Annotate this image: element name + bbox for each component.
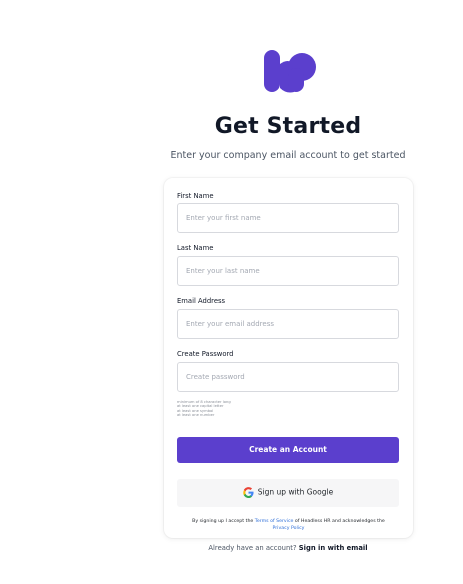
signin-prompt-text: Already have an account? <box>208 544 299 552</box>
password-label: Create Password <box>177 350 234 358</box>
google-button-label: Sign up with Google <box>257 487 334 497</box>
last-name-label: Last Name <box>177 244 214 252</box>
password-hint: at least one number <box>177 412 215 417</box>
create-account-button[interactable]: Create an Account <box>177 437 399 463</box>
terms-middle: of Headless HR and acknowledges the <box>293 519 385 524</box>
password-placeholder: Create password <box>186 373 245 381</box>
email-field[interactable]: Enter your email address <box>177 309 399 339</box>
password-hint: at least one capital letter <box>177 404 224 409</box>
first-name-label: First Name <box>177 192 214 200</box>
password-field[interactable]: Create password <box>177 362 399 392</box>
google-signup-button[interactable]: Sign up with Google <box>177 479 399 507</box>
terms-prefix: By signing up I accept the <box>192 519 255 524</box>
last-name-placeholder: Enter your last name <box>186 267 260 275</box>
terms-of-service-link[interactable]: Terms of Service <box>255 519 294 524</box>
first-name-placeholder: Enter your first name <box>186 214 261 222</box>
email-label: Email Address <box>177 297 226 305</box>
first-name-field[interactable]: Enter your first name <box>177 203 399 233</box>
google-icon <box>243 487 254 498</box>
signin-link[interactable]: Sign in with email <box>299 544 368 552</box>
page-title: Get Started <box>214 114 362 139</box>
email-placeholder: Enter your email address <box>186 320 275 328</box>
hr-logo <box>264 50 316 93</box>
last-name-field[interactable]: Enter your last name <box>177 256 399 286</box>
terms-text: By signing up I accept the Terms of Serv… <box>174 518 403 532</box>
signin-prompt: Already have an account? Sign in with em… <box>0 544 463 552</box>
privacy-policy-link[interactable]: Privacy Policy <box>273 526 305 531</box>
password-hints: minimum of 8 character long at least one… <box>177 400 231 417</box>
page-subtitle: Enter your company email account to get … <box>170 150 406 161</box>
signup-card: First Name Enter your first name Last Na… <box>164 178 413 538</box>
